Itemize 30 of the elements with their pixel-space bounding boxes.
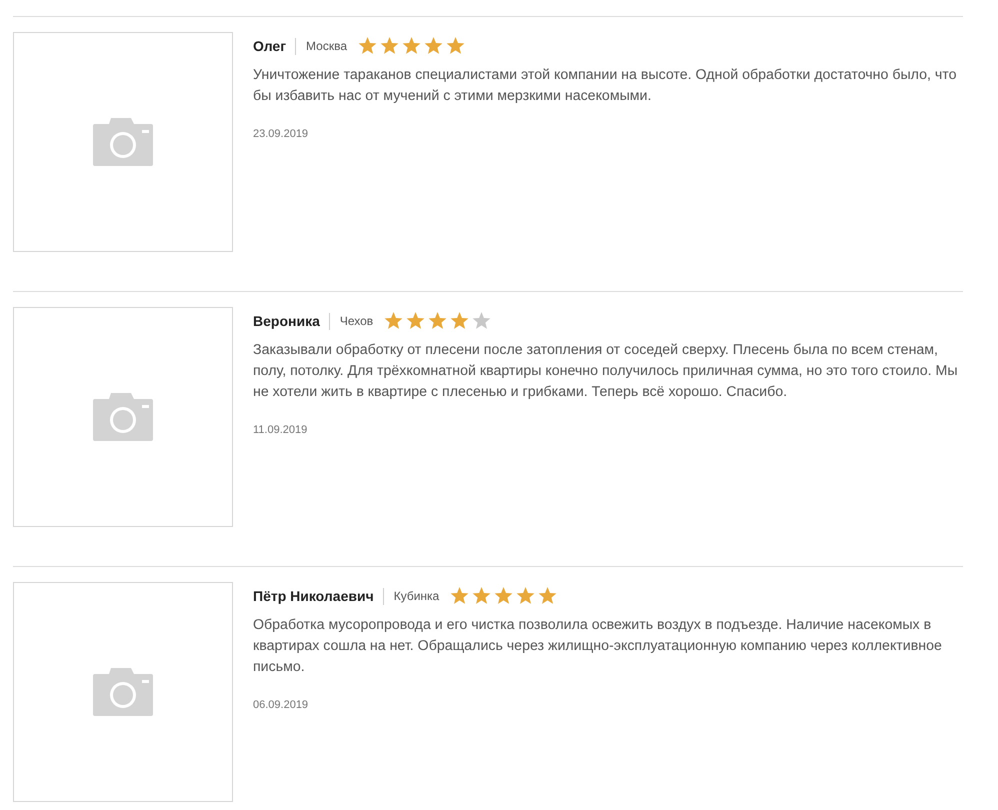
reviewer-name: Пётр Николаевич [253,588,374,604]
star-icon [384,312,404,330]
review-date: 06.09.2019 [253,699,310,711]
star-icon [446,37,465,55]
reviewer-name: Олег [253,38,286,54]
star-icon [380,37,399,55]
star-icon [358,37,377,55]
star-icon [494,587,514,605]
review-text: Обработка мусоропровода и его чистка позволила освежить воздух в подъезде. Наличие насекомых в квартирах сошла на нет. Обращались через жилищно-эксплуатационную компанию через коллективное письмо. [253,616,943,677]
reviewer-city: Москва [306,39,347,53]
reviewer-city: Кубинка [394,589,440,603]
star-icon [406,312,426,330]
star-icon [428,312,448,330]
camera-icon [93,393,153,441]
star-icon [472,312,492,330]
star-icon [450,312,470,330]
star-icon [516,587,536,605]
star-icon [424,37,443,55]
reviewer-city: Чехов [340,314,374,328]
camera-icon [93,118,153,166]
review-date: 11.09.2019 [253,424,308,436]
reviewer-name: Вероника [253,313,320,329]
star-icon [402,37,421,55]
review-text: Уничтожение тараканов специалистами этой компании на высоте. Одной обработки достаточно было, что бы избавить нас от мучений с этими мерзкими насекомыми. [253,66,958,106]
review-date: 23.09.2019 [253,128,310,140]
star-icon [538,587,558,605]
camera-icon [93,668,153,716]
review-text: Заказывали обработку от плесени после затопления от соседей сверху. Плесень была по всем стенам, полу, потолку. Для трёхкомнатной квартиры конечно получилось приличная сумма, но это того стоило. Мы не хотели жить в квартире с плесенью и грибками. Теперь всё хорошо. Спасибо. [253,341,959,402]
star-icon [450,587,470,605]
star-icon [472,587,492,605]
